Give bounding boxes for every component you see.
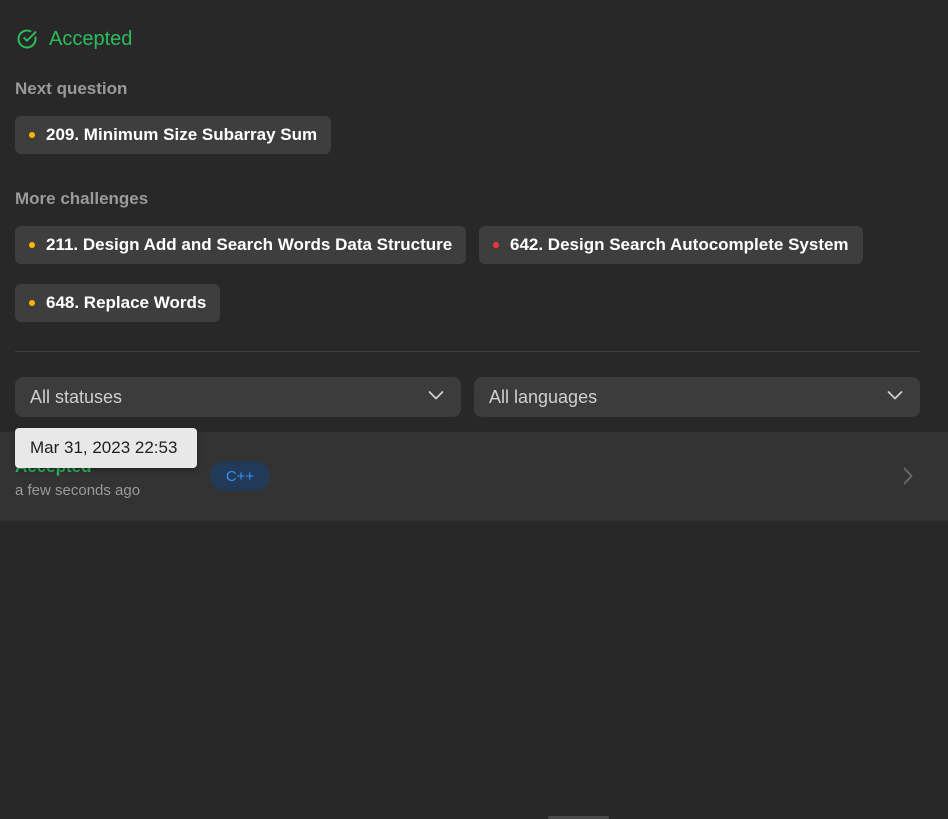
challenge-item[interactable]: 211. Design Add and Search Words Data St… [15,226,467,264]
chevron-down-icon [427,386,445,409]
submission-time: a few seconds ago [15,482,141,499]
chevron-down-icon [886,386,904,409]
status-filter-select[interactable]: All statuses [15,377,461,417]
status-filter-value: All statuses [30,386,123,407]
difficulty-dot [493,242,499,248]
difficulty-dot [29,132,35,138]
more-challenges-heading: More challenges [15,189,149,208]
difficulty-dot [29,300,35,306]
divider [15,351,920,352]
check-circle-icon [15,27,39,51]
result-status: Accepted [49,27,133,50]
chevron-right-icon [902,466,914,491]
timestamp-tooltip: Mar 31, 2023 22:53 [15,428,197,468]
language-badge: C++ [210,461,270,491]
challenge-item[interactable]: 648. Replace Words [15,284,221,322]
question-title: 642. Design Search Autocomplete System [510,235,849,254]
result-header: Accepted [15,27,132,51]
question-title: 211. Design Add and Search Words Data St… [46,235,453,254]
next-question-heading: Next question [15,79,128,98]
language-filter-value: All languages [489,386,598,407]
question-title: 648. Replace Words [46,293,207,312]
language-filter-select[interactable]: All languages [474,377,920,417]
challenge-item[interactable]: 642. Design Search Autocomplete System [479,226,863,264]
difficulty-dot [29,242,35,248]
next-question-item[interactable]: 209. Minimum Size Subarray Sum [15,116,332,154]
question-title: 209. Minimum Size Subarray Sum [46,125,318,144]
